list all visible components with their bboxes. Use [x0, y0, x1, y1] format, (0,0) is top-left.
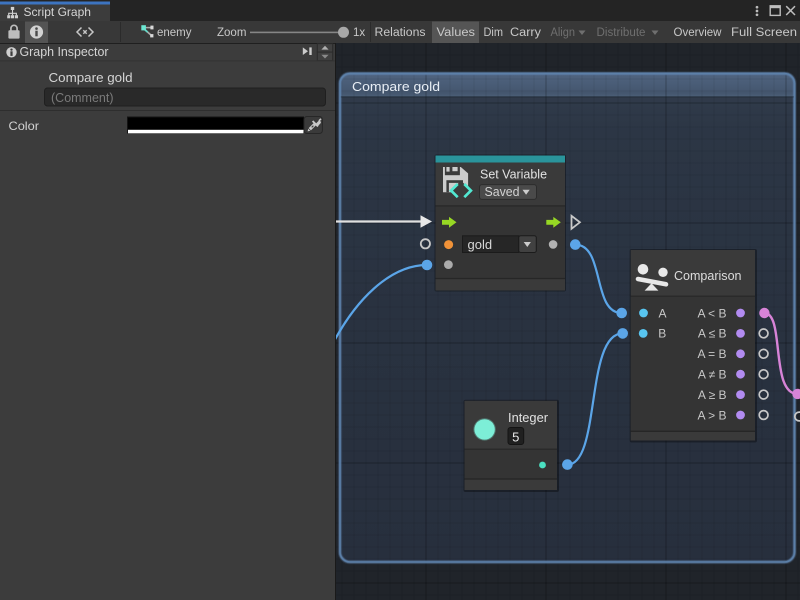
svg-text:B: B: [658, 327, 666, 341]
svg-text:Values: Values: [437, 27, 476, 39]
svg-text:Distribute: Distribute: [597, 27, 646, 39]
svg-text:Align: Align: [551, 27, 576, 39]
svg-text:Saved: Saved: [485, 185, 520, 199]
svg-text:A = B: A = B: [697, 347, 726, 361]
svg-text:Compare gold: Compare gold: [49, 70, 133, 85]
svg-text:A ≠ B: A ≠ B: [698, 368, 727, 382]
svg-text:Color: Color: [9, 119, 40, 133]
svg-text:A ≤ B: A ≤ B: [698, 327, 727, 341]
svg-text:Graph Inspector: Graph Inspector: [20, 45, 109, 59]
svg-text:A > B: A > B: [697, 408, 726, 422]
svg-text:5: 5: [512, 429, 519, 444]
svg-text:gold: gold: [468, 237, 493, 252]
svg-text:A < B: A < B: [697, 306, 726, 320]
svg-text:1x: 1x: [353, 27, 365, 39]
svg-text:Script Graph: Script Graph: [24, 5, 92, 19]
svg-text:(Comment): (Comment): [51, 91, 114, 105]
svg-text:Zoom: Zoom: [217, 27, 246, 39]
svg-text:Set Variable: Set Variable: [480, 167, 547, 182]
svg-text:Comparison: Comparison: [674, 268, 742, 283]
svg-text:A: A: [659, 306, 667, 320]
svg-text:Integer: Integer: [508, 410, 549, 425]
svg-text:enemy: enemy: [157, 27, 192, 39]
svg-text:Compare gold: Compare gold: [352, 79, 440, 94]
svg-text:A ≥ B: A ≥ B: [698, 388, 727, 402]
svg-text:Carry: Carry: [510, 27, 541, 39]
svg-text:Overview: Overview: [674, 27, 723, 39]
svg-text:Dim: Dim: [484, 27, 504, 39]
svg-text:Full Screen: Full Screen: [731, 27, 797, 39]
svg-text:Relations: Relations: [375, 27, 426, 39]
